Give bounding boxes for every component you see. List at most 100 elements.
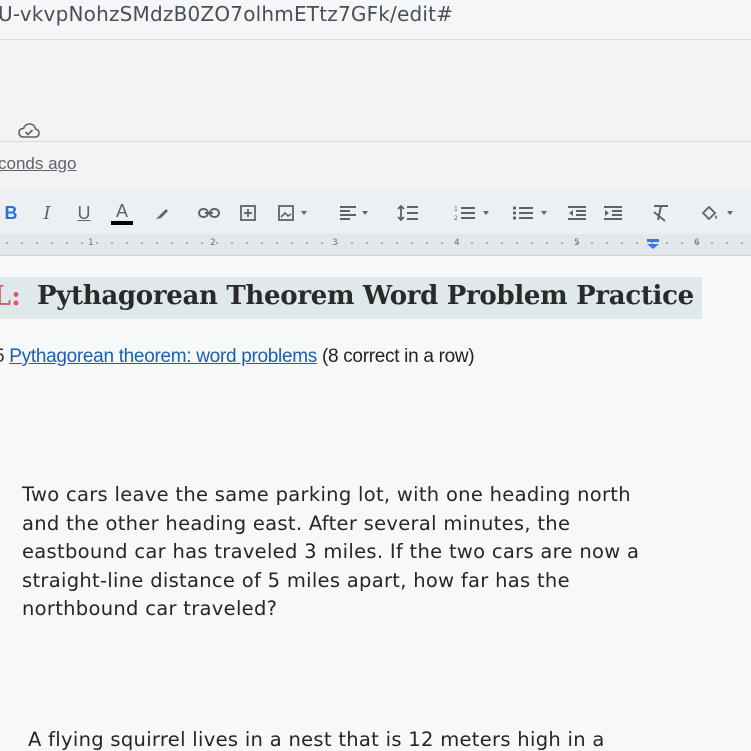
question-2-partial: A flying squirrel lives in a nest that i… xyxy=(28,728,605,751)
ruler-tick xyxy=(726,242,728,244)
ruler-tick xyxy=(351,242,353,244)
ruler-tick xyxy=(696,242,698,244)
url-text[interactable]: U-vkvpNohzSMdzB0ZO7olhmETtz7GFk/edit# xyxy=(0,2,453,26)
ruler-tick xyxy=(651,242,653,244)
question-line: Two cars leave the same parking lot, wit… xyxy=(22,483,631,506)
clear-formatting-icon[interactable] xyxy=(648,194,674,232)
ruler-tick xyxy=(441,242,443,244)
svg-text:1: 1 xyxy=(454,206,458,213)
ruler-tick xyxy=(186,242,188,244)
ruler-tick xyxy=(606,242,608,244)
ruler-tick xyxy=(636,242,638,244)
address-bar[interactable]: U-vkvpNohzSMdzB0ZO7olhmETtz7GFk/edit# xyxy=(0,0,751,40)
text-color-swatch xyxy=(111,220,133,225)
ruler-tick xyxy=(396,242,398,244)
bulleted-list-icon xyxy=(512,206,533,220)
ruler-tick xyxy=(126,242,128,244)
text-color-label: A xyxy=(115,200,128,221)
numbered-list-icon: 12 xyxy=(454,206,475,222)
ruler-tick xyxy=(711,242,713,244)
ruler-tick xyxy=(306,242,308,244)
bulleted-list-button[interactable] xyxy=(506,194,554,232)
ruler-tick xyxy=(261,242,263,244)
header-divider xyxy=(0,141,751,142)
ruler-tick xyxy=(81,242,83,244)
skill-link[interactable]: Pythagorean theorem: word problems xyxy=(9,346,317,367)
ruler-tick xyxy=(621,242,623,244)
ruler-tick xyxy=(381,242,383,244)
ruler-tick xyxy=(66,242,68,244)
increase-indent-icon[interactable] xyxy=(600,194,626,232)
ruler-tick xyxy=(321,242,323,244)
highlight-pen-icon[interactable] xyxy=(150,194,174,232)
ruler-tick xyxy=(666,242,668,244)
ruler-tick xyxy=(516,242,518,244)
ruler-tick xyxy=(156,242,158,244)
ruler-tick xyxy=(366,242,368,244)
question-line: and the other heading east. After severa… xyxy=(22,511,571,535)
question-line: northbound car traveled? xyxy=(22,597,278,620)
ruler-tick xyxy=(546,242,548,244)
ruler-tick xyxy=(591,242,593,244)
skill-number: 5 xyxy=(0,346,5,367)
ruler-tick xyxy=(426,242,428,244)
ruler-tick xyxy=(486,242,488,244)
ruler-tick xyxy=(201,242,203,244)
numbered-list-button[interactable]: 12 xyxy=(448,194,496,232)
paint-format-button[interactable] xyxy=(694,194,740,232)
ruler-tick xyxy=(216,242,218,244)
ruler-tick xyxy=(741,242,743,244)
underline-button[interactable]: U xyxy=(72,194,96,232)
insert-image-button[interactable] xyxy=(272,194,314,232)
cloud-saved-icon[interactable] xyxy=(18,122,40,140)
ruler-tick xyxy=(456,242,458,244)
ruler-tick xyxy=(246,242,248,244)
ruler-tick xyxy=(96,242,98,244)
question-line: straight-line distance of 5 miles apart,… xyxy=(22,568,570,592)
fill-color-icon xyxy=(701,205,717,221)
ruler-tick xyxy=(21,242,23,244)
ruler-tick xyxy=(501,242,503,244)
ruler-tick xyxy=(531,242,533,244)
ruler-tick xyxy=(36,242,38,244)
ruler-tick xyxy=(576,242,578,244)
ruler-number: 2 xyxy=(210,238,216,248)
align-button[interactable] xyxy=(334,194,374,232)
ruler-tick xyxy=(171,242,173,244)
question-1: Two cars leave the same parking lot, wit… xyxy=(22,481,742,624)
ruler[interactable]: 1 2 3 4 5 6 xyxy=(0,234,751,256)
ruler-tick xyxy=(141,242,143,244)
image-icon xyxy=(278,205,294,221)
title-prefix: L: xyxy=(0,281,21,312)
italic-button[interactable]: I xyxy=(36,194,58,232)
question-line: eastbound car has traveled 3 miles. If t… xyxy=(22,540,640,563)
skill-line: 5 Pythagorean theorem: word problems (8 … xyxy=(0,346,475,368)
bold-button[interactable]: B xyxy=(2,194,20,232)
chevron-down-icon xyxy=(301,211,307,215)
ruler-tick xyxy=(291,242,293,244)
document-heading: Pythagorean Theorem Word Problem Practic… xyxy=(37,281,694,311)
ruler-tick xyxy=(561,242,563,244)
formatting-toolbar: B I U A 12 xyxy=(0,194,751,232)
ruler-tick xyxy=(411,242,413,244)
text-color-button[interactable]: A xyxy=(108,194,136,232)
ruler-tick xyxy=(276,242,278,244)
align-left-icon xyxy=(339,206,356,220)
ruler-tick xyxy=(681,242,683,244)
ruler-tick xyxy=(336,242,338,244)
ruler-tick xyxy=(471,242,473,244)
docs-header xyxy=(0,40,751,190)
add-comment-icon[interactable] xyxy=(236,194,260,232)
ruler-tick xyxy=(111,242,113,244)
skill-note: (8 correct in a row) xyxy=(321,346,475,367)
decrease-indent-icon[interactable] xyxy=(564,194,590,232)
svg-text:2: 2 xyxy=(454,215,458,222)
indent-marker-icon[interactable] xyxy=(646,238,660,250)
last-edit-status[interactable]: conds ago xyxy=(0,154,76,174)
line-spacing-icon[interactable] xyxy=(394,194,422,232)
ruler-number: 1 xyxy=(88,238,94,248)
ruler-tick xyxy=(6,242,8,244)
link-icon[interactable] xyxy=(196,194,222,232)
ruler-tick xyxy=(231,242,233,244)
ruler-tick xyxy=(51,242,53,244)
